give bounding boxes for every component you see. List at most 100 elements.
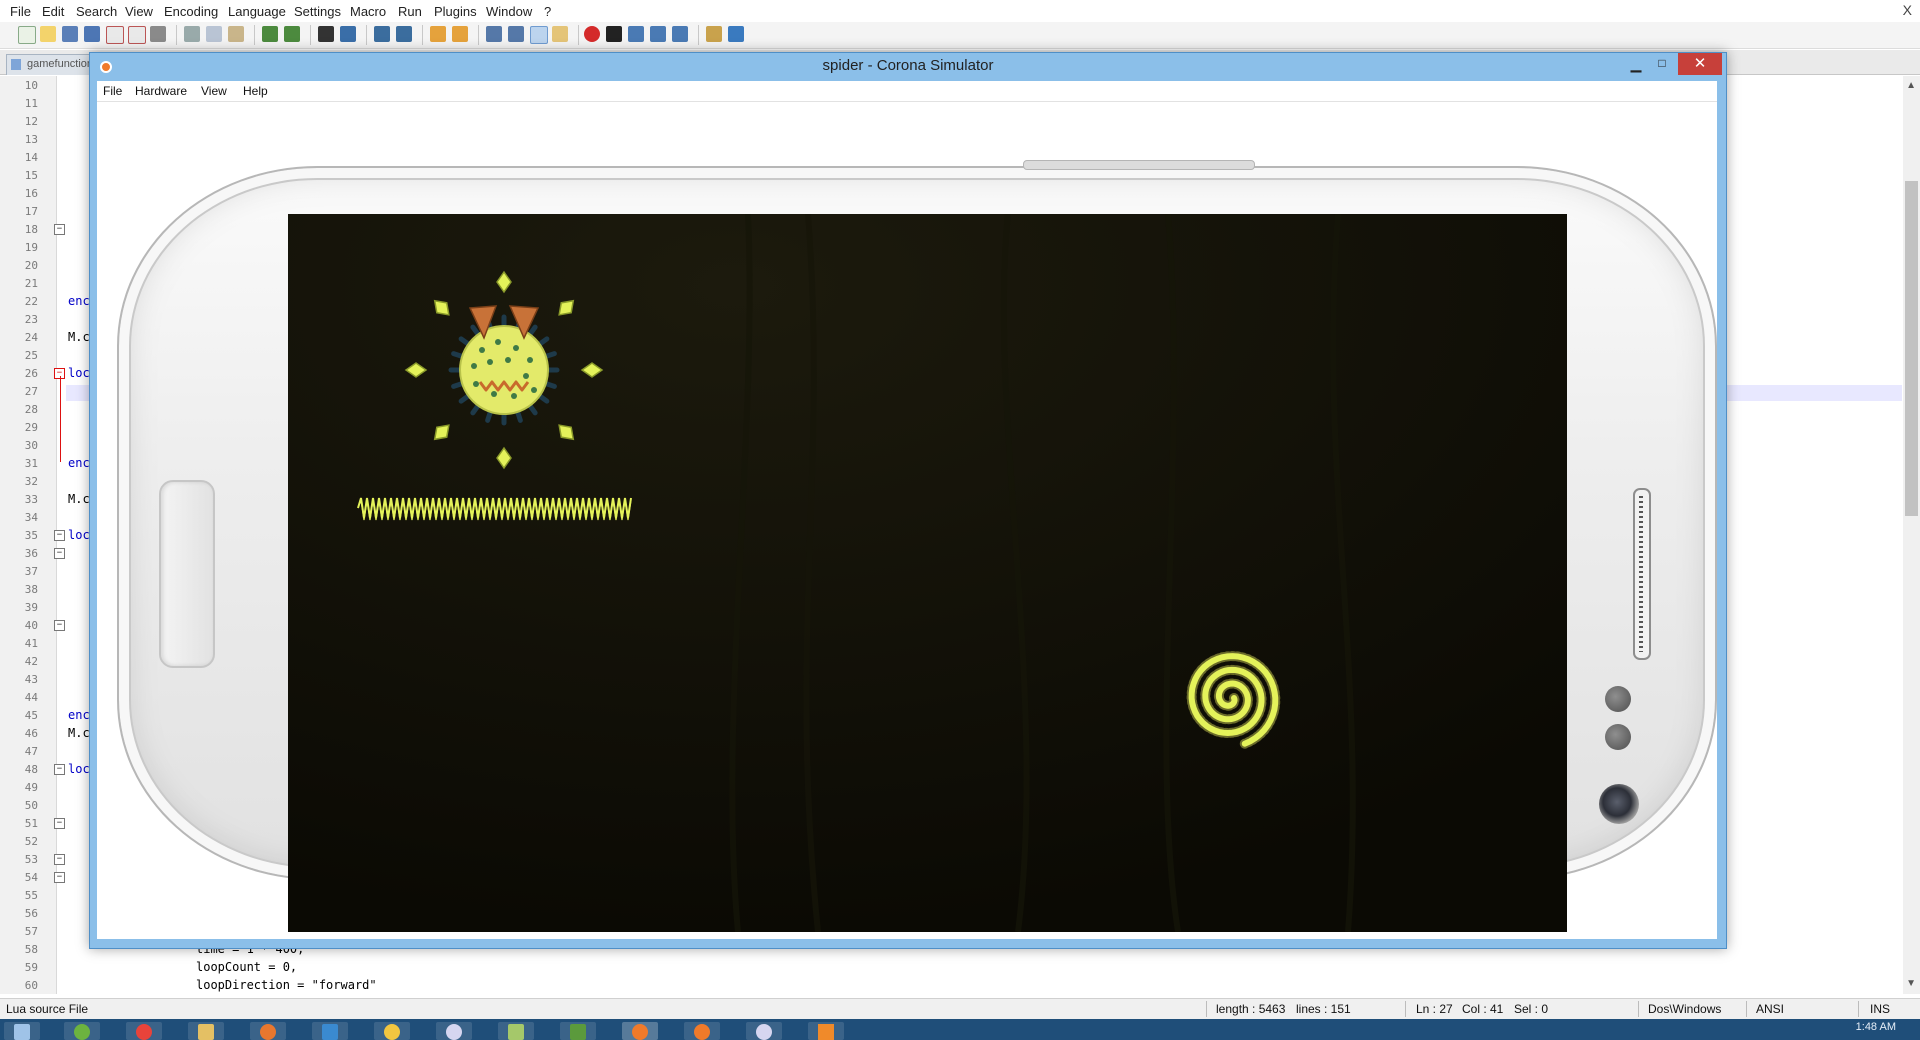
paste-icon[interactable]: [228, 26, 244, 42]
menu-settings[interactable]: Settings: [294, 4, 341, 19]
taskbar-app-active[interactable]: [622, 1022, 658, 1040]
scroll-up-icon[interactable]: ▲: [1906, 80, 1916, 91]
cut-icon[interactable]: [184, 26, 200, 42]
code-line-46[interactable]: M.c: [68, 726, 90, 740]
word-wrap-icon[interactable]: [486, 26, 502, 42]
fold-marker[interactable]: −: [54, 872, 65, 883]
menu-file[interactable]: File: [10, 4, 31, 19]
sim-menu-file[interactable]: File: [103, 84, 122, 98]
taskbar-app[interactable]: [312, 1022, 348, 1040]
line-number: 32: [24, 475, 38, 488]
menu-plugins[interactable]: Plugins: [434, 4, 477, 19]
close-button[interactable]: ✕: [1678, 53, 1722, 75]
maximize-button[interactable]: □: [1652, 56, 1672, 70]
code-line-33[interactable]: M.c: [68, 492, 90, 506]
menu-help[interactable]: ?: [544, 4, 551, 19]
replace-icon[interactable]: [340, 26, 356, 42]
taskbar-app[interactable]: [746, 1022, 782, 1040]
menu-language[interactable]: Language: [228, 4, 286, 19]
save-all-icon[interactable]: [84, 26, 100, 42]
sync-vertical-icon[interactable]: [430, 26, 446, 42]
taskbar-app[interactable]: [498, 1022, 534, 1040]
taskbar-clock[interactable]: 1:48 AM: [1856, 1021, 1896, 1033]
code-line-31[interactable]: enc: [68, 456, 90, 470]
menu-run[interactable]: Run: [398, 4, 422, 19]
print-icon[interactable]: [150, 26, 166, 42]
find-icon[interactable]: [318, 26, 334, 42]
save-macro-icon[interactable]: [672, 26, 688, 42]
code-line-45[interactable]: enc: [68, 708, 90, 722]
open-file-icon[interactable]: [40, 26, 56, 42]
undo-icon[interactable]: [262, 26, 278, 42]
play-macro-icon[interactable]: [628, 26, 644, 42]
taskbar-app[interactable]: [684, 1022, 720, 1040]
scroll-down-icon[interactable]: ▼: [1906, 978, 1916, 989]
spell-check-icon[interactable]: [728, 26, 744, 42]
taskbar-app[interactable]: [250, 1022, 286, 1040]
sim-menu-help[interactable]: Help: [243, 84, 268, 98]
start-button[interactable]: [4, 1022, 40, 1040]
show-all-chars-icon[interactable]: [508, 26, 524, 42]
stop-macro-icon[interactable]: [606, 26, 622, 42]
game-screen[interactable]: [288, 214, 1567, 932]
firefox-icon: [260, 1024, 276, 1040]
phone-sensor: [1605, 724, 1631, 750]
menu-encoding[interactable]: Encoding: [164, 4, 218, 19]
taskbar-app[interactable]: [560, 1022, 596, 1040]
sync-horizontal-icon[interactable]: [452, 26, 468, 42]
fold-marker[interactable]: −: [54, 620, 65, 631]
fold-marker[interactable]: −: [54, 818, 65, 829]
code-line-48[interactable]: loc: [68, 762, 90, 776]
file-tab[interactable]: gamefunctions: [6, 54, 92, 75]
zoom-out-icon[interactable]: [396, 26, 412, 42]
scrollbar-thumb[interactable]: [1905, 181, 1918, 516]
menu-window[interactable]: Window: [486, 4, 532, 19]
fold-marker[interactable]: −: [54, 764, 65, 775]
close-file-icon[interactable]: [106, 26, 124, 44]
file-icon: [11, 59, 21, 70]
code-line-35[interactable]: loc: [68, 528, 90, 542]
document-map-icon[interactable]: [552, 26, 568, 42]
code-line-22[interactable]: enc: [68, 294, 90, 308]
run-macro-multiple-icon[interactable]: [650, 26, 666, 42]
code-line-59[interactable]: loopCount = 0,: [196, 960, 297, 974]
file-tab-label: gamefunctions: [27, 58, 92, 70]
line-number: 54: [24, 871, 38, 884]
copy-icon[interactable]: [206, 26, 222, 42]
save-icon[interactable]: [62, 26, 78, 42]
editor-close-button[interactable]: X: [1903, 2, 1912, 18]
menu-view[interactable]: View: [125, 4, 153, 19]
taskbar-app[interactable]: [808, 1022, 844, 1040]
taskbar-app[interactable]: [64, 1022, 100, 1040]
new-file-icon[interactable]: [18, 26, 36, 44]
close-all-icon[interactable]: [128, 26, 146, 44]
sim-menu-hardware[interactable]: Hardware: [135, 84, 187, 98]
line-number: 48: [24, 763, 38, 776]
zoom-in-icon[interactable]: [374, 26, 390, 42]
taskbar-app[interactable]: [126, 1022, 162, 1040]
menu-search[interactable]: Search: [76, 4, 117, 19]
redo-icon[interactable]: [284, 26, 300, 42]
menu-macro[interactable]: Macro: [350, 4, 386, 19]
taskbar-app[interactable]: [188, 1022, 224, 1040]
record-macro-icon[interactable]: [584, 26, 600, 42]
sim-menu-view[interactable]: View: [201, 84, 227, 98]
fold-marker[interactable]: −: [54, 548, 65, 559]
fold-marker[interactable]: −: [54, 854, 65, 865]
taskbar-app[interactable]: [436, 1022, 472, 1040]
minimize-button[interactable]: ▁: [1626, 56, 1646, 73]
phone-home-button[interactable]: [159, 480, 215, 668]
code-line-24[interactable]: M.c: [68, 330, 90, 344]
code-line-26[interactable]: loc: [68, 366, 90, 380]
launch-browser-icon[interactable]: [706, 26, 722, 42]
line-number: 57: [24, 925, 38, 938]
fold-marker[interactable]: −: [54, 224, 65, 235]
vertical-scrollbar[interactable]: [1903, 76, 1920, 994]
menu-edit[interactable]: Edit: [42, 4, 64, 19]
status-separator: [1206, 1001, 1207, 1017]
taskbar-app[interactable]: [374, 1022, 410, 1040]
spider-spot: [491, 391, 497, 397]
code-line-60[interactable]: loopDirection = "forward": [196, 978, 377, 992]
indent-guide-icon[interactable]: [530, 26, 548, 44]
fold-marker[interactable]: −: [54, 530, 65, 541]
